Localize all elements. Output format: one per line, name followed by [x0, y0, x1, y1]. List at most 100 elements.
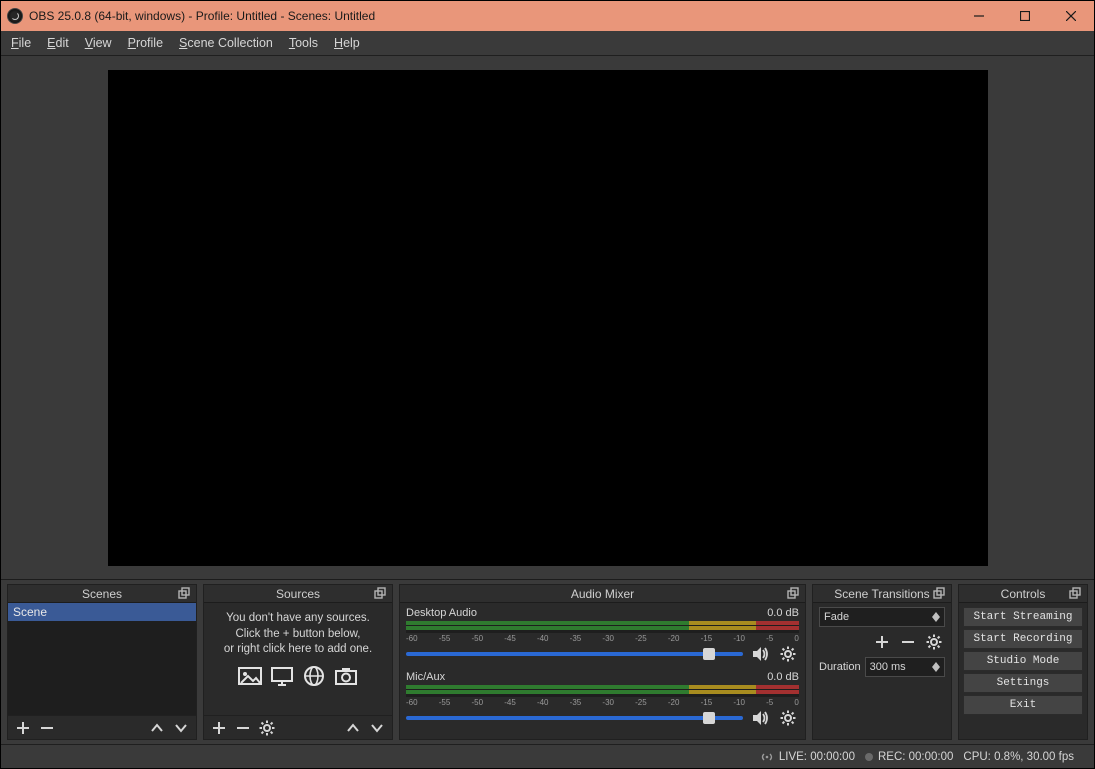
duration-input[interactable]: 300 ms — [865, 657, 945, 677]
channel-name: Mic/Aux — [406, 671, 445, 683]
channel-db: 0.0 dB — [767, 607, 799, 619]
titlebar[interactable]: OBS 25.0.8 (64-bit, windows) - Profile: … — [1, 1, 1094, 31]
dock-row: Scenes Scene S — [1, 579, 1094, 744]
sources-toolbar — [204, 715, 392, 739]
source-properties-button[interactable] — [256, 718, 278, 738]
sources-empty-hint[interactable]: You don't have any sources. Click the + … — [204, 603, 392, 715]
start-recording-button[interactable]: Start Recording — [963, 629, 1083, 649]
volume-slider[interactable] — [406, 652, 743, 656]
channel-db: 0.0 dB — [767, 671, 799, 683]
remove-source-button[interactable] — [232, 718, 254, 738]
menu-file[interactable]: File — [11, 36, 31, 50]
scenes-list[interactable]: Scene — [8, 603, 196, 715]
scene-item[interactable]: Scene — [8, 603, 196, 621]
sources-title: Sources — [276, 587, 320, 601]
transitions-dock: Scene Transitions Fade Duration — [812, 584, 952, 740]
settings-button[interactable]: Settings — [963, 673, 1083, 693]
maximize-button[interactable] — [1002, 1, 1048, 31]
studio-mode-button[interactable]: Studio Mode — [963, 651, 1083, 671]
mixer-channel-desktop-audio: Desktop Audio 0.0 dB -60-55-50 — [406, 607, 799, 665]
mixer-channel-mic-aux: Mic/Aux 0.0 dB -60-55-50-45-40 — [406, 671, 799, 729]
transition-select[interactable]: Fade — [819, 607, 945, 627]
app-logo-icon — [7, 8, 23, 24]
minimize-button[interactable] — [956, 1, 1002, 31]
scenes-title: Scenes — [82, 587, 122, 601]
remove-scene-button[interactable] — [36, 718, 58, 738]
remove-transition-button[interactable] — [897, 632, 919, 652]
audio-level-meter — [406, 621, 799, 633]
preview-canvas[interactable] — [108, 70, 988, 566]
window-title: OBS 25.0.8 (64-bit, windows) - Profile: … — [29, 9, 956, 23]
sources-hint-line1: You don't have any sources. — [226, 611, 370, 627]
popout-icon[interactable] — [933, 587, 947, 601]
scenes-dock: Scenes Scene — [7, 584, 197, 740]
mute-button[interactable] — [749, 707, 771, 729]
move-scene-down-button[interactable] — [170, 718, 192, 738]
add-scene-button[interactable] — [12, 718, 34, 738]
camera-source-icon — [332, 664, 360, 688]
scenes-toolbar — [8, 715, 196, 739]
scenes-dock-header[interactable]: Scenes — [8, 585, 196, 603]
broadcast-icon — [760, 752, 774, 762]
slider-thumb-icon[interactable] — [703, 712, 715, 724]
record-dot-icon — [865, 753, 873, 761]
move-source-down-button[interactable] — [366, 718, 388, 738]
dropdown-spinner-icon[interactable] — [932, 612, 940, 622]
slider-thumb-icon[interactable] — [703, 648, 715, 660]
menubar: File Edit View Profile Scene Collection … — [1, 31, 1094, 55]
transition-selected: Fade — [824, 611, 849, 623]
menu-tools[interactable]: Tools — [289, 36, 318, 50]
menu-profile[interactable]: Profile — [128, 36, 163, 50]
add-transition-button[interactable] — [871, 632, 893, 652]
menu-view[interactable]: View — [85, 36, 112, 50]
move-scene-up-button[interactable] — [146, 718, 168, 738]
meter-ticks: -60-55-50-45-40-35-30-25-20-15-10-50 — [406, 634, 799, 643]
duration-value: 300 ms — [870, 661, 906, 673]
mixer-title: Audio Mixer — [571, 587, 634, 601]
volume-slider[interactable] — [406, 716, 743, 720]
popout-icon[interactable] — [178, 587, 192, 601]
transitions-dock-header[interactable]: Scene Transitions — [813, 585, 951, 603]
mute-button[interactable] — [749, 643, 771, 665]
exit-button[interactable]: Exit — [963, 695, 1083, 715]
transitions-title: Scene Transitions — [834, 587, 929, 601]
status-cpu: CPU: 0.8%, 30.00 fps — [963, 751, 1074, 763]
duration-spinner-icon[interactable] — [932, 662, 940, 672]
close-button[interactable] — [1048, 1, 1094, 31]
audio-mixer-dock: Audio Mixer Desktop Audio 0.0 dB — [399, 584, 806, 740]
browser-source-icon — [300, 664, 328, 688]
channel-settings-button[interactable] — [777, 707, 799, 729]
transition-properties-button[interactable] — [923, 632, 945, 652]
start-streaming-button[interactable]: Start Streaming — [963, 607, 1083, 627]
sources-dock-header[interactable]: Sources — [204, 585, 392, 603]
live-text: LIVE: 00:00:00 — [779, 751, 855, 763]
status-rec: REC: 00:00:00 — [865, 751, 953, 763]
add-source-button[interactable] — [208, 718, 230, 738]
controls-dock: Controls Start Streaming Start Recording… — [958, 584, 1088, 740]
channel-settings-button[interactable] — [777, 643, 799, 665]
mixer-dock-header[interactable]: Audio Mixer — [400, 585, 805, 603]
popout-icon[interactable] — [1069, 587, 1083, 601]
popout-icon[interactable] — [374, 587, 388, 601]
meter-ticks: -60-55-50-45-40-35-30-25-20-15-10-50 — [406, 698, 799, 707]
menu-scene-collection[interactable]: Scene Collection — [179, 36, 273, 50]
channel-name: Desktop Audio — [406, 607, 477, 619]
preview-area[interactable] — [1, 56, 1094, 579]
controls-dock-header[interactable]: Controls — [959, 585, 1087, 603]
mixer-body: Desktop Audio 0.0 dB -60-55-50 — [400, 603, 805, 739]
duration-label: Duration — [819, 661, 861, 673]
main-area: Scenes Scene S — [1, 55, 1094, 768]
statusbar: LIVE: 00:00:00 REC: 00:00:00 CPU: 0.8%, … — [1, 744, 1094, 768]
status-live: LIVE: 00:00:00 — [760, 751, 855, 763]
sources-hint-line2: Click the + button below, — [236, 627, 361, 643]
move-source-up-button[interactable] — [342, 718, 364, 738]
source-type-icons — [236, 664, 360, 688]
menu-edit[interactable]: Edit — [47, 36, 69, 50]
sources-dock: Sources You don't have any sources. Clic… — [203, 584, 393, 740]
menu-help[interactable]: Help — [334, 36, 360, 50]
display-source-icon — [268, 664, 296, 688]
app-window: OBS 25.0.8 (64-bit, windows) - Profile: … — [0, 0, 1095, 769]
popout-icon[interactable] — [787, 587, 801, 601]
controls-title: Controls — [1001, 587, 1046, 601]
image-source-icon — [236, 664, 264, 688]
